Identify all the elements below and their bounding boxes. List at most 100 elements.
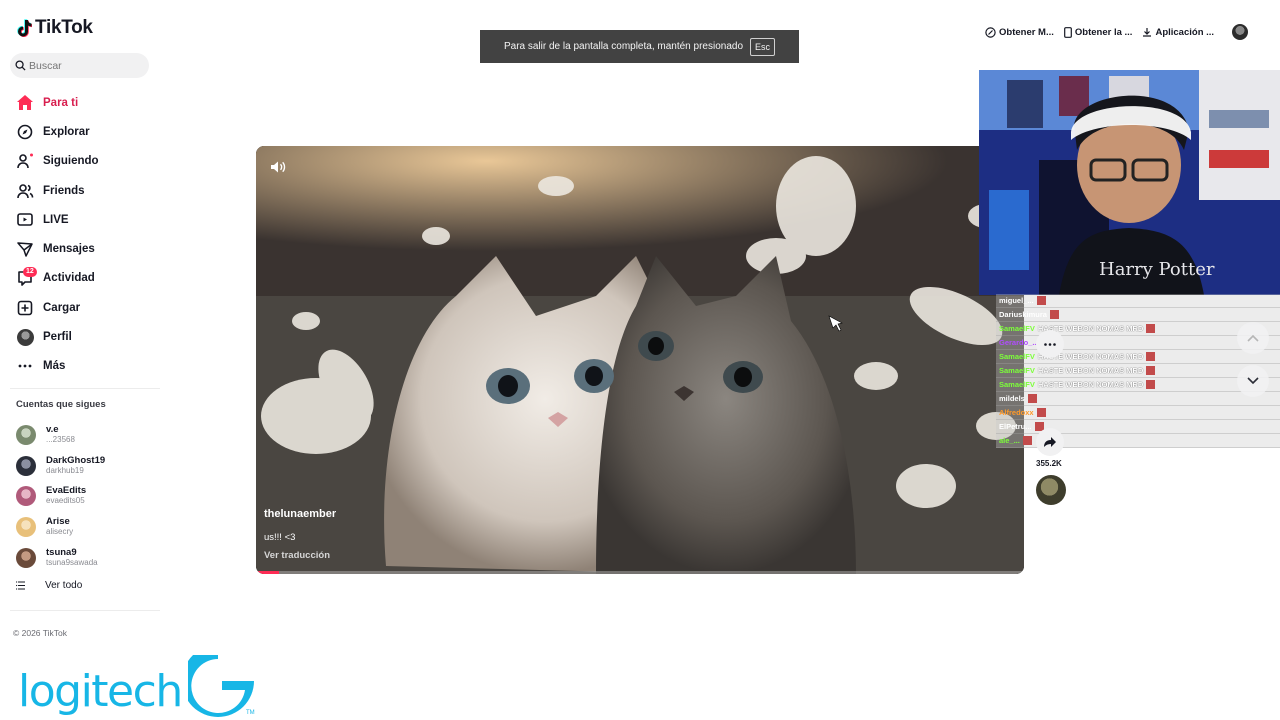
user-avatar[interactable] [1232, 24, 1249, 40]
video-author[interactable]: thelunaember [264, 508, 336, 520]
nav-item-mensajes[interactable]: Mensajes [16, 234, 99, 263]
next-video-button[interactable] [1237, 365, 1269, 397]
emote-icon [1049, 310, 1059, 319]
chat-username: Gerardo_... [999, 338, 1039, 347]
logitech-wordmark: logitech [18, 666, 183, 717]
nav-item-explorar[interactable]: Explorar [16, 117, 99, 146]
nav-item-perfil[interactable]: Perfil [16, 322, 99, 351]
video-progress[interactable] [256, 571, 1024, 574]
emote-icon [1036, 408, 1046, 417]
more-icon [1044, 342, 1056, 346]
get-app-button[interactable]: Obtener la ... [1064, 26, 1133, 38]
divider [10, 388, 160, 389]
following-list: v.e ...23568 DarkGhost19 darkhub19 EvaEdit… [16, 420, 105, 573]
logo-text: TikTok [35, 17, 93, 38]
esc-key: Esc [750, 37, 776, 56]
nav-item-para-ti[interactable]: Para ti [16, 88, 99, 117]
following-icon [16, 152, 34, 170]
progress-fill [256, 571, 280, 574]
upload-icon [16, 299, 34, 317]
avatar [16, 425, 36, 446]
emote-icon [1022, 436, 1032, 445]
nav-item-cargar[interactable]: Cargar [16, 293, 99, 322]
chat-username: Dariuskimura [999, 310, 1047, 319]
nav-label: Perfil [43, 331, 72, 344]
tiktok-note-icon [17, 19, 32, 37]
download-icon [1143, 28, 1152, 37]
see-all-button[interactable]: Ver todo [16, 580, 82, 591]
account-name: Arise [46, 516, 70, 528]
volume-button[interactable] [270, 160, 286, 179]
coin-icon [985, 26, 996, 38]
nav-label: Cargar [43, 301, 81, 314]
more-options-button[interactable] [1036, 330, 1064, 358]
following-account[interactable]: Arise alisecry [16, 512, 105, 543]
nav-item-siguiendo[interactable]: Siguiendo [16, 147, 99, 176]
following-account[interactable]: DarkGhost19 darkhub19 [16, 451, 105, 482]
chat-username: ale_... [999, 436, 1020, 445]
svg-text:TM: TM [246, 710, 255, 716]
account-name: tsuna9 [46, 546, 77, 558]
video-player[interactable]: thelunaember us!!! <3 Ver traducción [256, 146, 1024, 574]
following-account[interactable]: tsuna9 tsuna9sawada [16, 542, 105, 573]
account-handle: evaedits05 [46, 496, 85, 506]
copyright: © 2026 TikTok [13, 628, 67, 638]
button-label: Obtener la ... [1074, 26, 1133, 38]
divider [10, 610, 160, 611]
nav-item-friends[interactable]: Friends [16, 176, 99, 205]
nav-item-live[interactable]: LIVE [16, 205, 99, 234]
chat-username: SamaelFV [999, 324, 1035, 333]
search-input[interactable] [29, 59, 139, 72]
search-box[interactable] [10, 53, 149, 78]
video-frame [256, 146, 1024, 574]
get-coins-button[interactable]: Obtener M... [985, 27, 1054, 38]
video-caption: us!!! <3 [264, 532, 296, 543]
account-handle: alisecry [46, 527, 74, 537]
logitech-g-icon: TM [187, 655, 255, 717]
see-translation-button[interactable]: Ver traducción [264, 550, 330, 561]
live-icon [16, 211, 34, 229]
share-button[interactable] [1036, 428, 1064, 456]
chat-username: mildels [999, 394, 1025, 403]
button-label: Obtener M... [999, 26, 1054, 38]
home-icon [16, 94, 34, 112]
chat-message: Alfredoxx [996, 406, 1280, 420]
see-all-label: Ver todo [45, 580, 83, 591]
fullscreen-toast: Para salir de la pantalla completa, mant… [480, 30, 799, 63]
nav-label: Friends [43, 184, 85, 197]
emote-icon [1027, 394, 1037, 403]
webcam-overlay: Harry Potter [979, 70, 1280, 295]
emote-icon [1146, 324, 1156, 333]
chat-username: Alfredoxx [999, 408, 1034, 417]
nav-label: Siguiendo [43, 155, 99, 168]
sound-disc-avatar[interactable] [1036, 475, 1066, 505]
nav-label: Más [43, 360, 66, 373]
stream-chat: miguel_... Dariuskimura SamaelFV HASTE WEBO… [996, 294, 1280, 448]
more-icon [16, 357, 34, 375]
emote-icon [1146, 380, 1156, 389]
desktop-app-button[interactable]: Aplicación ... [1142, 27, 1214, 38]
previous-video-button[interactable] [1237, 322, 1269, 354]
emote-icon [1146, 352, 1156, 361]
nav-label: Para ti [43, 96, 79, 109]
following-account[interactable]: v.e ...23568 [16, 420, 105, 451]
avatar [16, 455, 36, 476]
avatar [16, 517, 36, 538]
chat-message: mildels [996, 392, 1280, 406]
tiktok-logo[interactable]: TikTok [16, 17, 93, 39]
profile-avatar [16, 328, 34, 346]
volume-icon [271, 161, 286, 173]
activity-badge: 12 [23, 266, 37, 277]
chevron-up-icon [1247, 334, 1259, 342]
toast-message: Para salir de la pantalla completa, mant… [503, 41, 744, 52]
chat-message: Dariuskimura [996, 308, 1280, 322]
button-label: Aplicación ... [1155, 26, 1215, 38]
sidebar: TikTok Para ti Explorar Siguiendo Friend… [0, 0, 165, 720]
nav-item-mas[interactable]: Más [16, 352, 99, 381]
phone-icon [1064, 26, 1072, 38]
logitech-logo: logitech TM [18, 655, 258, 717]
following-account[interactable]: EvaEdits evaedits05 [16, 481, 105, 512]
nav-item-actividad[interactable]: 12 Actividad [16, 264, 99, 293]
share-icon [1044, 437, 1056, 447]
chat-text: HASTE WEBON NOMAS MRD [1037, 366, 1144, 375]
